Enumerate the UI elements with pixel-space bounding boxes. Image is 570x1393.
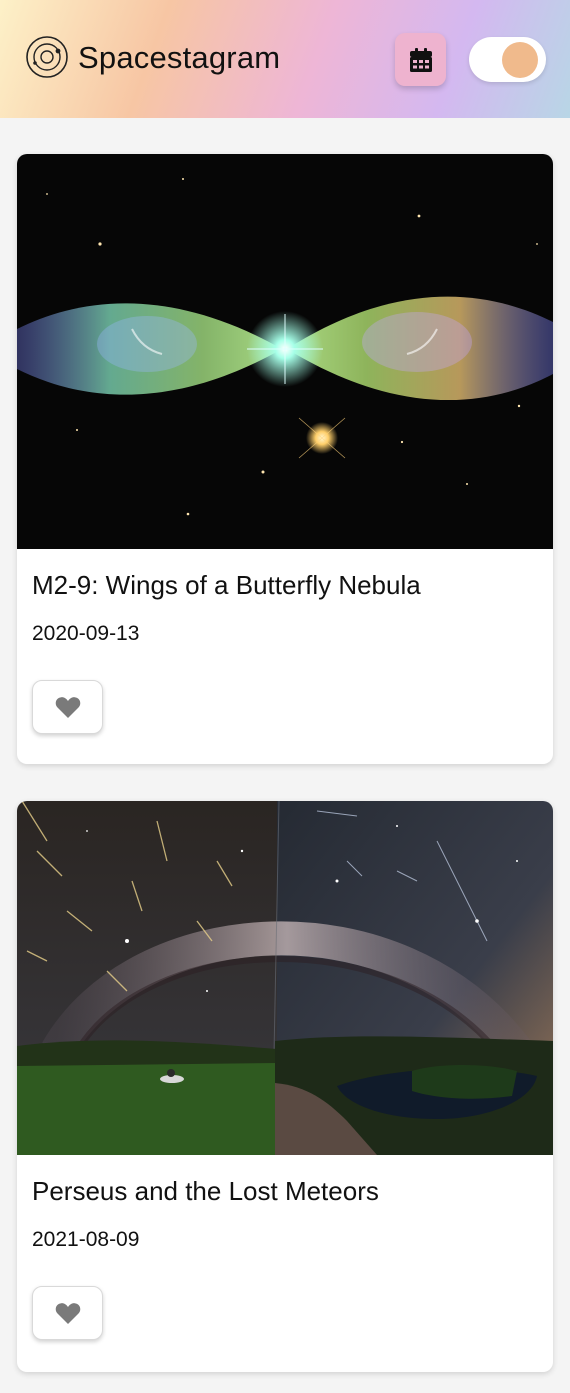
- meteor-shower-milky-way-image: [17, 801, 553, 1155]
- post-card: M2-9: Wings of a Butterfly Nebula 2020-0…: [17, 154, 553, 764]
- theme-toggle[interactable]: [469, 37, 546, 82]
- calendar-button[interactable]: [395, 33, 446, 86]
- calendar-icon: [409, 47, 432, 72]
- like-button[interactable]: [32, 680, 103, 734]
- heart-icon: [55, 696, 80, 718]
- toggle-knob: [502, 42, 538, 78]
- butterfly-nebula-image: [17, 154, 553, 549]
- post-title: M2-9: Wings of a Butterfly Nebula: [32, 570, 421, 600]
- app-header: Spacestagram: [0, 0, 570, 118]
- heart-icon: [55, 1302, 80, 1324]
- post-title: Perseus and the Lost Meteors: [32, 1176, 379, 1206]
- orbit-logo-icon[interactable]: [25, 35, 69, 79]
- like-button[interactable]: [32, 1286, 103, 1340]
- post-date: 2020-09-13: [32, 622, 140, 645]
- post-card: Perseus and the Lost Meteors 2021-08-09: [17, 801, 553, 1372]
- brand-title[interactable]: Spacestagram: [78, 38, 280, 78]
- post-date: 2021-08-09: [32, 1228, 140, 1251]
